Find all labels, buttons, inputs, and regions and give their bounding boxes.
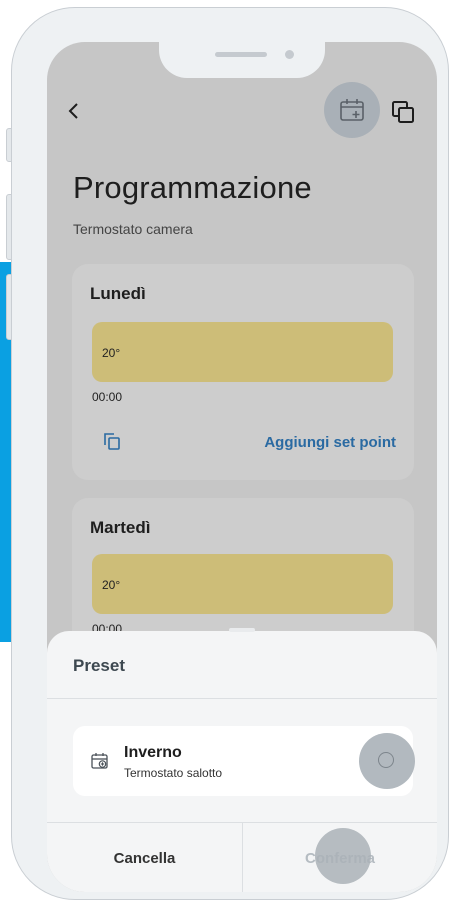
preset-bottom-sheet: Preset Inverno Termostato salotto Cancel… [47,628,437,892]
copy-icon [104,433,120,450]
day-name: Lunedì [90,284,146,303]
day-card-monday: Lunedì 20° 00:00 Aggiungi set point [72,264,414,480]
preset-radio[interactable] [378,752,394,768]
copy-icon [392,101,414,123]
page-title: Programmazione [73,170,312,205]
copy-day-button[interactable] [102,431,122,451]
sheet-title: Preset [73,656,125,675]
back-button[interactable] [67,98,81,126]
setpoint-time: 00:00 [92,390,123,404]
divider [47,698,437,699]
preset-subtitle: Termostato salotto [124,766,223,780]
phone-notch [159,42,325,78]
speaker-grille [215,52,267,57]
app-screen: Programmazione Termostato camera Lunedì … [47,42,437,892]
day-name: Martedì [90,518,151,537]
front-camera [285,50,294,59]
radio-touch-indicator [359,733,415,789]
setpoint-temperature: 20° [102,346,121,360]
preset-name: Inverno [124,744,182,761]
phone-frame: Programmazione Termostato camera Lunedì … [11,7,449,900]
setpoint-temperature: 20° [102,578,121,592]
copy-schedule-button[interactable] [389,98,417,126]
preset-option[interactable]: Inverno Termostato salotto [73,726,415,796]
confirm-touch-indicator [315,828,371,884]
add-schedule-button[interactable] [324,82,380,138]
setpoint-band[interactable]: 20° [92,322,393,382]
sheet-drag-handle[interactable] [229,628,255,632]
add-setpoint-link[interactable]: Aggiungi set point [264,434,396,451]
chevron-left-icon [68,103,78,119]
page-subtitle: Termostato camera [73,221,193,237]
cancel-button[interactable]: Cancella [47,823,242,892]
calendar-add-icon [340,99,364,121]
setpoint-band[interactable]: 20° [92,554,393,614]
calendar-add-icon [90,751,110,771]
